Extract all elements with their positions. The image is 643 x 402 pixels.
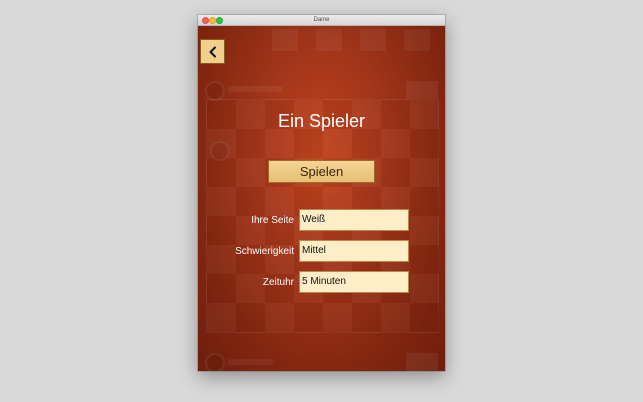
title-bar: Dame — [198, 15, 445, 26]
app-window: Dame Ein Spieler Spielen Ihre Seite Weiß… — [198, 15, 445, 371]
background-avatar-bottom — [205, 353, 225, 371]
back-button[interactable] — [200, 39, 225, 64]
background-player-bar-bottom — [228, 359, 273, 365]
background-board-strip — [272, 29, 442, 51]
background-avatar-top — [205, 81, 225, 101]
difficulty-label: Schwierigkeit — [235, 246, 294, 257]
background-clock-bottom — [406, 353, 438, 371]
difficulty-select[interactable]: Mittel — [299, 240, 409, 262]
window-title: Dame — [313, 17, 330, 23]
background-avatar-mid — [210, 141, 230, 161]
background-player-bar-top — [228, 86, 283, 92]
timer-label: Zeituhr — [262, 277, 294, 288]
background-clock-top — [406, 81, 438, 99]
page-title: Ein Spieler — [277, 111, 366, 131]
play-button[interactable]: Spielen — [268, 160, 375, 183]
side-label: Ihre Seite — [251, 215, 294, 226]
timer-select[interactable]: 5 Minuten — [299, 271, 409, 293]
chevron-left-icon — [209, 46, 216, 57]
side-select[interactable]: Weiß — [299, 209, 409, 231]
main-content: Ein Spieler Spielen Ihre Seite Weiß Schw… — [198, 26, 445, 371]
